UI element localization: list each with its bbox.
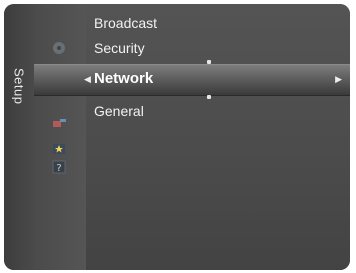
menu-item-broadcast[interactable]: Broadcast: [94, 14, 157, 32]
star-icon: [48, 140, 70, 158]
side-strip: Setup: [4, 4, 35, 270]
svg-text:?: ?: [56, 163, 61, 174]
selected-menu-bar[interactable]: [34, 64, 350, 96]
setup-label: Setup: [11, 67, 27, 105]
help-icon: ?: [48, 158, 70, 176]
satellite-icon: [48, 114, 70, 132]
menu-item-network[interactable]: Network: [94, 70, 153, 88]
menu-item-general[interactable]: General: [94, 102, 144, 120]
up-indicator-icon: [207, 60, 211, 64]
setup-menu-panel: Setup ? Broadcast Security ◀ Network ▶ G…: [4, 4, 350, 270]
down-indicator-icon: [207, 95, 211, 99]
menu-item-security[interactable]: Security: [94, 39, 145, 57]
disc-icon: [48, 39, 70, 57]
left-arrow-icon: ◀: [84, 74, 91, 84]
icon-column: ?: [34, 4, 86, 270]
right-arrow-icon: ▶: [335, 74, 342, 84]
